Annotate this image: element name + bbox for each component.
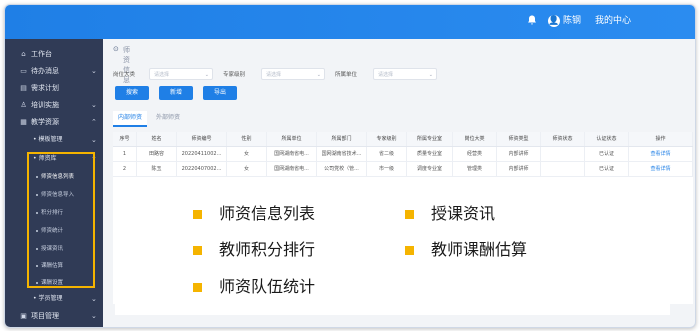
table-header: 序号 姓名 师资编号 性别 所属单位 所属部门 专家级别 所属专业室 岗位大类 … (113, 132, 693, 147)
sidebar-highlight-box (27, 152, 95, 288)
chevron-down-icon: ⌄ (91, 67, 97, 75)
table-cell: 20220411002... (177, 147, 227, 161)
sidebar-item-label: • 学员管理 (33, 295, 63, 302)
table-cell: 1 (113, 147, 137, 161)
column-header: 所属专业室 (407, 132, 453, 146)
top-bar: 👤 陈钢 我的中心 (5, 5, 695, 39)
sidebar-item-label: • 模板管理 (33, 136, 63, 143)
column-header: 所属单位 (267, 132, 317, 146)
project-icon: ▣ (20, 312, 27, 320)
column-header: 岗位大类 (453, 132, 497, 146)
bullet-square (193, 246, 202, 255)
feature-points-ranking: 教师积分排行 (219, 240, 316, 259)
table-cell (541, 162, 585, 176)
chevron-down-icon: ⌄ (91, 101, 97, 109)
table-cell: 调度专业室 (407, 162, 453, 176)
select-placeholder: 请选择 (378, 72, 394, 78)
message-icon: ▭ (20, 67, 27, 75)
table-cell: 2 (113, 162, 137, 176)
column-header: 所属部门 (317, 132, 367, 146)
column-header: 性别 (227, 132, 267, 146)
table-cell (541, 147, 585, 161)
sidebar-item-label: 培训实施 (31, 101, 59, 109)
bullet-square (193, 210, 202, 219)
feature-team-stats: 师资队伍统计 (219, 277, 316, 296)
chevron-down-icon: ⌄ (204, 72, 209, 78)
table-row: 1 田路容 20220411002... 女 国网湖南省电... 国网湖南省技术… (113, 147, 693, 162)
table-row: 2 陈玉 20220407002... 女 国网湖南省电... 公司党校（管..… (113, 162, 693, 177)
column-header: 认证状态 (585, 132, 629, 146)
tab-internal-teachers[interactable]: 内部师资 (113, 111, 147, 127)
app-window: 👤 陈钢 我的中心 ⌂ 工作台 ▭ 待办消息 ⌄ ▤ 需求计划 ♙ 培训实施 ⌄… (4, 4, 696, 328)
plan-icon: ▤ (20, 84, 27, 92)
table-cell: 20220407002... (177, 162, 227, 176)
export-button[interactable]: 导出 (203, 86, 237, 100)
table-cell: 内部讲师 (497, 147, 541, 161)
location-pin-icon: ⊙ (113, 45, 119, 53)
sidebar-item-label: 项目管理 (31, 312, 59, 320)
table-cell: 省二级 (367, 147, 407, 161)
table-cell: 国网湖南省电... (267, 162, 317, 176)
table-cell: 已认证 (585, 147, 629, 161)
sidebar-item-label: 工作台 (31, 50, 52, 58)
unit-select[interactable]: 请选择 ⌄ (373, 68, 437, 80)
chevron-down-icon: ⌄ (428, 72, 433, 78)
chevron-up-icon: ⌃ (91, 118, 97, 126)
chevron-down-icon: ⌄ (91, 295, 97, 303)
column-header: 师资状态 (541, 132, 585, 146)
bullet-square (405, 246, 414, 255)
feature-fee-estimate: 教师课酬估算 (431, 240, 528, 259)
table-cell: 经营类 (453, 147, 497, 161)
filter-label-job-category: 岗位大类 (113, 72, 136, 78)
column-header: 序号 (113, 132, 137, 146)
table-cell: 陈玉 (137, 162, 177, 176)
user-icon: ♙ (20, 101, 27, 109)
feature-callout-panel: 师资信息列表 授课资讯 教师积分排行 教师课酬估算 师资队伍统计 (115, 195, 670, 315)
add-button[interactable]: 新增 (159, 86, 193, 100)
bullet-square (193, 283, 202, 292)
table-cell: 管理类 (453, 162, 497, 176)
bell-icon[interactable] (525, 14, 539, 28)
table-cell: 公司党校（管... (317, 162, 367, 176)
view-details-link[interactable]: 查看详情 (629, 147, 693, 161)
resource-icon: ▦ (20, 118, 27, 126)
table-cell: 女 (227, 162, 267, 176)
column-header: 师资编号 (177, 132, 227, 146)
expert-level-select[interactable]: 请选择 ⌄ (261, 68, 325, 80)
home-icon: ⌂ (21, 50, 26, 58)
user-name[interactable]: 陈钢 (563, 15, 581, 28)
view-details-link[interactable]: 查看详情 (629, 162, 693, 176)
tab-external-teachers[interactable]: 外部师资 (151, 111, 185, 125)
table-cell: 内部讲师 (497, 162, 541, 176)
job-category-select[interactable]: 请选择 ⌄ (149, 68, 213, 80)
feature-teacher-list: 师资信息列表 (219, 204, 316, 223)
filter-label-expert-level: 专家级别 (223, 72, 246, 78)
table-cell: 田路容 (137, 147, 177, 161)
chevron-down-icon: ⌄ (91, 136, 97, 144)
table-cell: 已认证 (585, 162, 629, 176)
column-header: 姓名 (137, 132, 177, 146)
table-cell: 质量专业室 (407, 147, 453, 161)
search-button[interactable]: 搜索 (115, 86, 149, 100)
table-cell: 女 (227, 147, 267, 161)
sidebar-item-label: 待办消息 (31, 67, 59, 75)
chevron-down-icon: ⌄ (91, 312, 97, 320)
table-cell: 市一级 (367, 162, 407, 176)
column-header: 操作 (629, 132, 693, 146)
bullet-square (405, 210, 414, 219)
column-header: 师资类型 (497, 132, 541, 146)
avatar[interactable]: 👤 (548, 15, 560, 27)
feature-teaching-news: 授课资讯 (431, 204, 496, 223)
select-placeholder: 请选择 (154, 72, 170, 78)
sidebar-item-label: 需求计划 (31, 84, 59, 92)
select-placeholder: 请选择 (266, 72, 282, 78)
chevron-down-icon: ⌄ (316, 72, 321, 78)
sidebar-item-label: 教学资源 (31, 118, 59, 126)
my-center-link[interactable]: 我的中心 (595, 15, 631, 28)
table-cell: 国网湖南省电... (267, 147, 317, 161)
table-cell: 国网湖南省技术... (317, 147, 367, 161)
column-header: 专家级别 (367, 132, 407, 146)
filter-label-unit: 所属单位 (335, 72, 358, 78)
